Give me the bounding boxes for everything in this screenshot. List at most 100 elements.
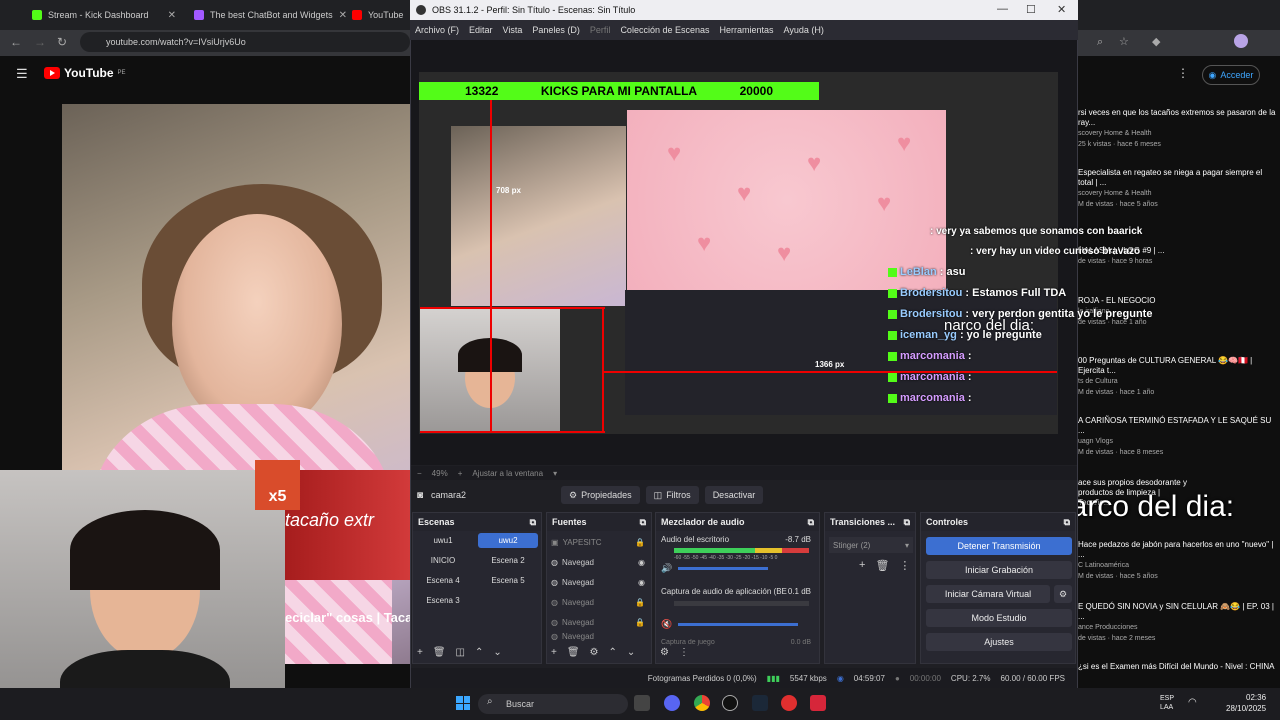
bookmark-star-icon[interactable]: ☆ [1119, 35, 1129, 48]
tab-chatbot[interactable]: The best ChatBot and Widgets ✕ [186, 4, 346, 26]
taskbar-search[interactable]: Buscar [478, 694, 628, 714]
steam-icon[interactable] [752, 695, 768, 711]
down-icon[interactable]: ⌄ [627, 647, 635, 658]
forward-icon[interactable]: → [34, 35, 46, 49]
deactivate-button[interactable]: Desactivar [704, 486, 764, 504]
url-field[interactable]: youtube.com/watch?v=IVsiUrjv6Uo [80, 32, 410, 52]
minimize-icon[interactable]: — [997, 3, 1008, 15]
up-icon[interactable]: ⌃ [609, 647, 617, 658]
preview-hearts-source[interactable]: ♥ ♥ ♥ ♥ ♥ ♥ ♥ [627, 110, 946, 290]
filters-button[interactable]: ◫ Filtros [645, 486, 699, 504]
app-kick-icon[interactable] [810, 695, 826, 711]
youtube-logo[interactable]: YouTube PE [44, 66, 126, 80]
menu-paneles[interactable]: Paneles (D) [532, 25, 580, 35]
eye-icon[interactable]: ◉ [638, 578, 645, 587]
source-item[interactable]: ◍ Navegad ◉ [551, 553, 645, 571]
recommendation-item[interactable]: ¿si es el Examen más Difícil del Mundo -… [1078, 662, 1278, 672]
source-item[interactable]: ◍ Navegad 🔒 [551, 613, 645, 631]
menu-coleccion[interactable]: Colección de Escenas [620, 25, 709, 35]
more-options-icon[interactable]: ⋮ [1177, 66, 1189, 80]
scene-escena4[interactable]: Escena 4 [413, 573, 473, 588]
volume-slider[interactable] [678, 567, 768, 570]
zoom-in-icon[interactable]: + [458, 469, 463, 478]
tab-youtube[interactable]: YouTube [344, 4, 410, 26]
source-item[interactable]: ◍ Navegad 🔒 [551, 593, 645, 611]
recommendation-item[interactable]: A CARIÑOSA TERMINÓ ESTAFADA Y LE SAQUÉ S… [1078, 416, 1278, 458]
extension-icon[interactable]: ◆ [1152, 35, 1160, 48]
scene-inicio[interactable]: INICIO [413, 553, 473, 568]
chevron-down-icon[interactable]: ▾ [553, 469, 557, 478]
source-item[interactable]: ▣ YAPESITC 🔒 [551, 533, 645, 551]
trash-icon[interactable]: 🗑 [567, 647, 580, 658]
dock-float-icon[interactable]: ⧉ [1064, 517, 1070, 528]
trash-icon[interactable]: 🗑 [875, 559, 889, 572]
gear-icon[interactable]: ⚙ [1054, 585, 1072, 603]
add-icon[interactable]: + [859, 559, 865, 572]
menu-vista[interactable]: Vista [503, 25, 523, 35]
recommendation-item[interactable]: Hace pedazos de jabón para hacerlos en u… [1078, 540, 1278, 582]
windows-start-icon[interactable] [456, 696, 470, 710]
source-item[interactable]: ◍ Navegad ◉ [551, 573, 645, 591]
tab-kick-dashboard[interactable]: Stream - Kick Dashboard ✕ [24, 4, 184, 26]
menu-perfil[interactable]: Perfil [590, 25, 611, 35]
menu-archivo[interactable]: Archivo (F) [415, 25, 459, 35]
wifi-icon[interactable]: ◠ [1188, 697, 1197, 708]
gear-icon[interactable]: ⚙ [590, 647, 599, 658]
maximize-icon[interactable]: ☐ [1026, 3, 1036, 16]
signin-button[interactable]: ◉ Acceder [1202, 65, 1260, 85]
dock-float-icon[interactable]: ⧉ [530, 517, 536, 528]
scene-escena2[interactable]: Escena 2 [478, 553, 538, 568]
trash-icon[interactable]: 🗑 [433, 647, 446, 658]
recommendation-item[interactable]: 00 Preguntas de CULTURA GENERAL 😂🧠🇵🇪 | E… [1078, 356, 1278, 398]
close-icon[interactable]: ✕ [168, 10, 176, 21]
scene-uwu1[interactable]: uwu1 [413, 533, 473, 548]
scene-escena5[interactable]: Escena 5 [478, 573, 538, 588]
virtual-camera-button[interactable]: Iniciar Cámara Virtual [926, 585, 1050, 603]
fit-window-button[interactable]: Ajustar a la ventana [472, 469, 543, 478]
stop-stream-button[interactable]: Detener Transmisión [926, 537, 1072, 555]
chrome-icon[interactable] [694, 695, 710, 711]
filter-icon[interactable]: ◫ [456, 647, 465, 658]
advanced-audio-icon[interactable]: ⚙ [660, 647, 669, 658]
more-options-icon[interactable]: ⋮ [899, 559, 910, 572]
up-icon[interactable]: ⌃ [475, 647, 483, 658]
speaker-icon[interactable]: 🔊 [661, 563, 672, 574]
lock-icon[interactable]: 🔒 [635, 618, 645, 627]
app-red-icon[interactable] [781, 695, 797, 711]
keyboard-language[interactable]: ESP LAA [1160, 694, 1174, 712]
profile-avatar[interactable] [1234, 34, 1248, 48]
recommendation-item[interactable]: rsi veces en que los tacaños extremos se… [1078, 108, 1278, 150]
menu-icon[interactable]: ☰ [16, 66, 28, 82]
recommendation-item[interactable]: E QUEDÓ SIN NOVIA y SIN CELULAR 🙈😂 | EP.… [1078, 602, 1278, 644]
zoom-icon[interactable]: ⌕ [1097, 36, 1103, 49]
scene-escena3[interactable]: Escena 3 [413, 593, 473, 608]
properties-button[interactable]: ⚙ Propiedades [561, 486, 640, 504]
menu-herramientas[interactable]: Herramientas [720, 25, 774, 35]
start-recording-button[interactable]: Iniciar Grabación [926, 561, 1072, 579]
obs-icon[interactable] [722, 695, 738, 711]
lock-icon[interactable]: 🔒 [635, 538, 645, 547]
add-icon[interactable]: + [551, 647, 557, 658]
scene-uwu2[interactable]: uwu2 [478, 533, 538, 548]
source-item[interactable]: ◍ Navegad [551, 631, 645, 641]
menu-editar[interactable]: Editar [469, 25, 493, 35]
down-icon[interactable]: ⌄ [493, 647, 501, 658]
dock-float-icon[interactable]: ⧉ [808, 517, 814, 528]
volume-slider[interactable] [678, 623, 798, 626]
dock-float-icon[interactable]: ⧉ [904, 517, 910, 528]
preview-video-source[interactable] [451, 126, 626, 306]
eye-icon[interactable]: ◉ [638, 558, 645, 567]
task-view-icon[interactable] [634, 695, 650, 711]
studio-mode-button[interactable]: Modo Estudio [926, 609, 1072, 627]
add-icon[interactable]: + [417, 647, 423, 658]
transition-select[interactable]: Stinger (2) ▾ [829, 537, 913, 553]
menu-ayuda[interactable]: Ayuda (H) [784, 25, 824, 35]
zoom-out-icon[interactable]: − [417, 469, 422, 478]
dock-float-icon[interactable]: ⧉ [640, 517, 646, 528]
reload-icon[interactable]: ↻ [57, 35, 67, 49]
muted-speaker-icon[interactable]: 🔇 [661, 619, 672, 630]
recommendation-item[interactable]: Especialista en regateo se niega a pagar… [1078, 168, 1278, 210]
back-icon[interactable]: ← [10, 35, 22, 49]
taskbar-clock[interactable]: 02:36 28/10/2025 [1226, 692, 1266, 714]
lock-icon[interactable]: 🔒 [635, 598, 645, 607]
